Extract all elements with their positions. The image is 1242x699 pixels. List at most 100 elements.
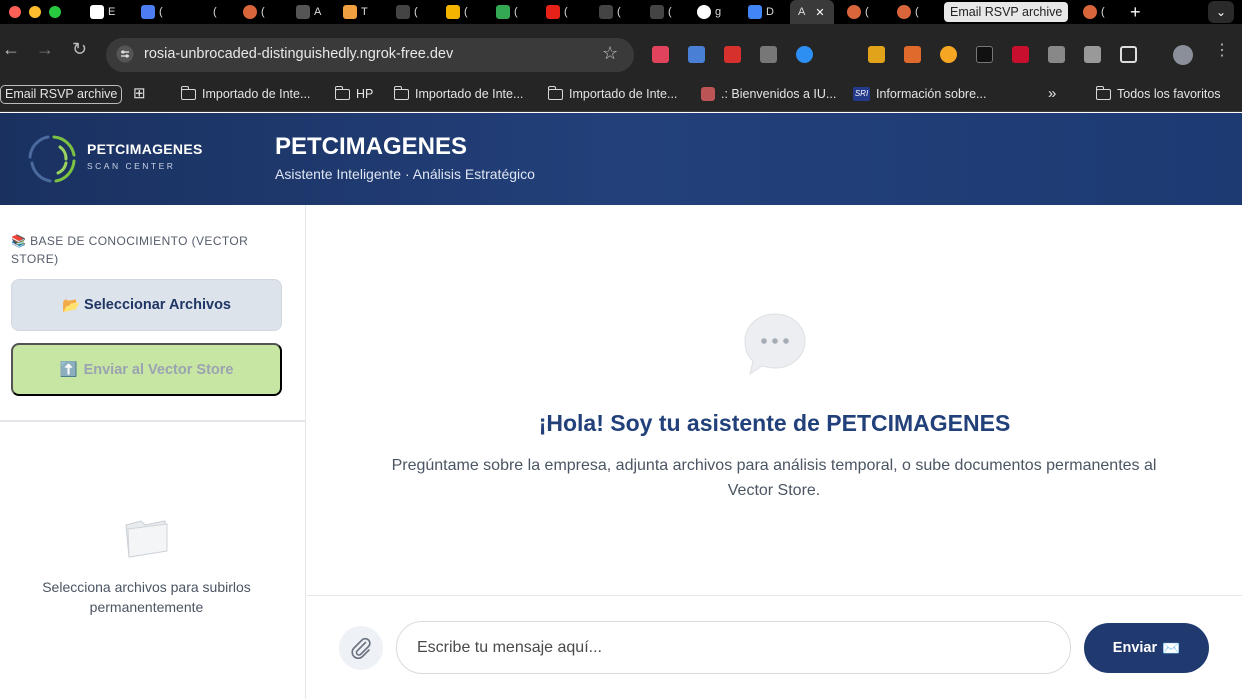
browser-tab[interactable]: T bbox=[343, 3, 368, 21]
cloud-icon[interactable] bbox=[796, 46, 813, 63]
camera-icon[interactable] bbox=[1048, 46, 1065, 63]
forward-arrow-icon[interactable]: → bbox=[36, 40, 54, 58]
sidebar-divider bbox=[0, 420, 306, 422]
folder-icon bbox=[547, 85, 563, 100]
code-icon[interactable] bbox=[760, 46, 777, 63]
browser-tab[interactable]: ( bbox=[396, 3, 418, 21]
logo-tagline: SCAN CENTER bbox=[87, 161, 176, 171]
tab-search-chevron-icon[interactable]: ⌄ bbox=[1208, 1, 1234, 23]
app-header bbox=[0, 113, 1242, 205]
kebab-menu-icon[interactable]: ⋮ bbox=[1214, 42, 1230, 60]
extensions-puzzle-icon[interactable] bbox=[1120, 46, 1137, 63]
app-icon bbox=[650, 5, 664, 19]
site-settings-icon[interactable] bbox=[116, 45, 134, 63]
browser-tab[interactable]: ( bbox=[141, 3, 163, 21]
back-arrow-icon[interactable]: ← bbox=[2, 40, 20, 58]
docs-icon bbox=[748, 5, 762, 19]
browser-tab[interactable]: ( bbox=[213, 3, 217, 21]
meet-icon bbox=[496, 5, 510, 19]
bookmark-folder[interactable]: HP bbox=[334, 83, 373, 105]
browser-tab[interactable]: D bbox=[748, 3, 774, 21]
url-text[interactable]: rosia-unbrocaded-distinguishedly.ngrok-f… bbox=[144, 46, 453, 62]
folder-icon bbox=[180, 85, 196, 100]
upload-arrow-icon: ⬆️ bbox=[59, 362, 78, 378]
browser-tab[interactable]: ( bbox=[650, 3, 672, 21]
send-to-vector-store-label: Enviar al Vector Store bbox=[83, 361, 234, 378]
more-bookmarks-chevron-icon[interactable]: » bbox=[1048, 83, 1056, 105]
bookmark-folder[interactable]: Importado de Inte... bbox=[547, 83, 677, 105]
browser-tab[interactable]: ( bbox=[243, 3, 265, 21]
claude-icon bbox=[897, 5, 911, 19]
browser-tab[interactable]: ( bbox=[847, 3, 869, 21]
message-input[interactable] bbox=[396, 621, 1071, 674]
browser-tab[interactable]: ( bbox=[446, 3, 468, 21]
select-files-button[interactable]: 📂 Seleccionar Archivos bbox=[11, 279, 282, 331]
folder-icon bbox=[1095, 85, 1111, 100]
minimize-window-button[interactable] bbox=[29, 6, 41, 18]
folder-icon bbox=[334, 85, 350, 100]
chat-bubble-icon bbox=[744, 313, 806, 376]
profile-avatar[interactable] bbox=[1173, 45, 1193, 65]
bookmark-all-folder[interactable]: Todos los favoritos bbox=[1095, 83, 1221, 105]
acrobat-icon[interactable] bbox=[1012, 46, 1029, 63]
app-icon bbox=[296, 5, 310, 19]
select-files-label: Seleccionar Archivos bbox=[84, 297, 231, 313]
paperclip-icon bbox=[351, 637, 371, 659]
browser-tab[interactable]: ( bbox=[1083, 3, 1105, 21]
translate-icon[interactable] bbox=[688, 46, 705, 63]
empty-state-text: Selecciona archivos para subirlos perman… bbox=[42, 579, 251, 615]
envelope-icon: ✉️ bbox=[1162, 640, 1181, 657]
youtube-icon bbox=[546, 5, 560, 19]
browser-tab[interactable]: E bbox=[90, 3, 115, 21]
active-tab-title[interactable]: A ✕ bbox=[798, 3, 825, 21]
pocket-icon[interactable] bbox=[652, 46, 669, 63]
gemini-icon bbox=[141, 5, 155, 19]
new-tab-plus-icon[interactable]: + bbox=[1130, 1, 1141, 23]
browser-tab[interactable]: ( bbox=[496, 3, 518, 21]
welcome-description: Pregúntame sobre la empresa, adjunta arc… bbox=[391, 457, 1157, 499]
google-icon bbox=[697, 5, 711, 19]
logo-wordmark: PETCIMAGENES bbox=[87, 141, 203, 157]
send-label: Enviar bbox=[1112, 640, 1158, 656]
welcome-heading: ¡Hola! Soy tu asistente de PETCIMAGENES bbox=[538, 410, 1011, 436]
binance-icon[interactable] bbox=[868, 46, 885, 63]
openai-icon[interactable] bbox=[976, 46, 993, 63]
bookmark-email-rsvp[interactable]: Email RSVP archive bbox=[0, 83, 123, 105]
reload-icon[interactable]: ↻ bbox=[72, 40, 87, 58]
bookmark-link[interactable]: .: Bienvenidos a IU... bbox=[701, 83, 836, 105]
tp-extension-icon[interactable] bbox=[724, 46, 741, 63]
browser-tab[interactable]: ( bbox=[599, 3, 621, 21]
books-icon: 📚 bbox=[11, 234, 27, 248]
tab-tooltip: Email RSVP archive bbox=[944, 2, 1069, 22]
app-icon bbox=[396, 5, 410, 19]
metamask-icon[interactable] bbox=[904, 46, 921, 63]
browser-tab[interactable]: ( bbox=[546, 3, 568, 21]
browser-tab[interactable]: g bbox=[697, 3, 721, 21]
printer-icon[interactable] bbox=[1084, 46, 1101, 63]
extension-icon[interactable] bbox=[940, 46, 957, 63]
claude-icon bbox=[847, 5, 861, 19]
browser-tab[interactable]: A bbox=[296, 3, 321, 21]
send-message-button[interactable]: Enviar ✉️ bbox=[1084, 623, 1209, 673]
close-tab-icon[interactable]: ✕ bbox=[815, 6, 824, 19]
browser-tab[interactable]: ( bbox=[897, 3, 919, 21]
folder-open-icon: 📂 bbox=[61, 297, 81, 314]
attach-file-button[interactable] bbox=[339, 626, 383, 670]
bookmark-folder[interactable]: Importado de Inte... bbox=[180, 83, 310, 105]
infinity-icon bbox=[343, 5, 357, 19]
maximize-window-button[interactable] bbox=[49, 6, 61, 18]
tag-icon bbox=[701, 87, 715, 101]
empty-folder-icon bbox=[125, 520, 168, 558]
bookmark-star-icon[interactable]: ☆ bbox=[602, 43, 618, 64]
send-to-vector-store-button[interactable]: ⬆️ Enviar al Vector Store bbox=[11, 343, 282, 396]
bookmark-folder[interactable]: Importado de Inte... bbox=[393, 83, 523, 105]
keep-icon bbox=[446, 5, 460, 19]
claude-icon bbox=[1083, 5, 1097, 19]
apps-grid-icon[interactable]: ⊞ bbox=[133, 83, 146, 105]
page-title: PETCIMAGENES bbox=[275, 133, 468, 160]
claude-icon bbox=[243, 5, 257, 19]
bookmark-link[interactable]: SRI Información sobre... bbox=[853, 83, 986, 105]
puzzle-icon bbox=[90, 5, 104, 19]
close-window-button[interactable] bbox=[9, 6, 21, 18]
app-icon bbox=[599, 5, 613, 19]
